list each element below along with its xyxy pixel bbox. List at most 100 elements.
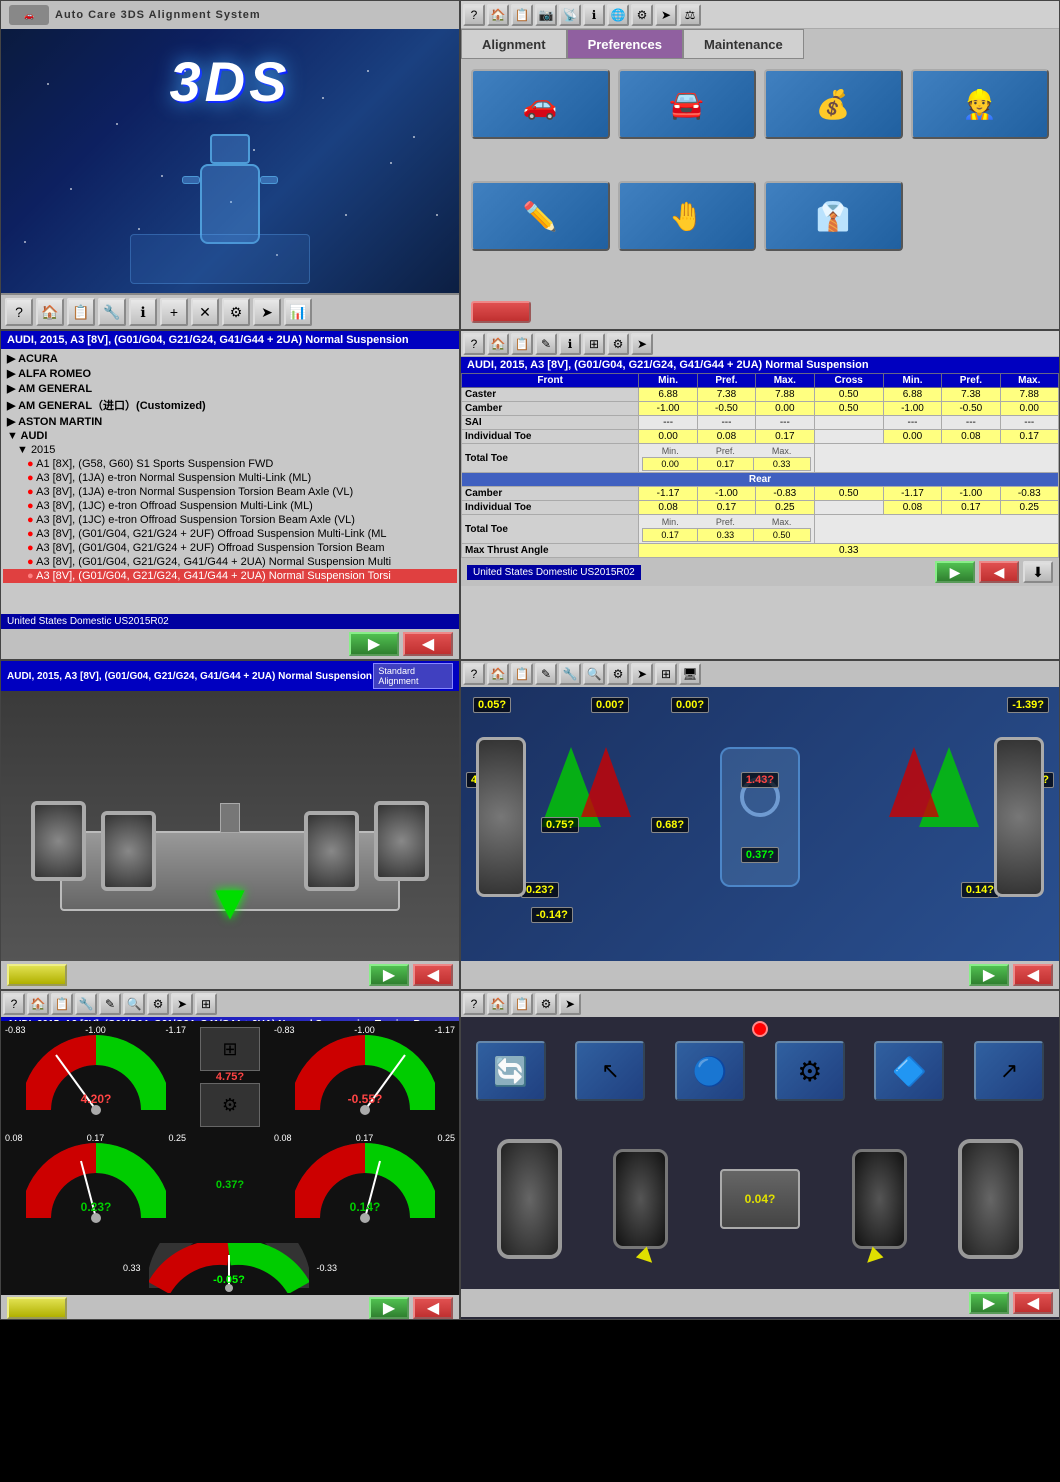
tab-maintenance[interactable]: Maintenance bbox=[683, 29, 804, 59]
wi-back-btn[interactable]: ◀ bbox=[1013, 1292, 1053, 1314]
live-arrow-btn[interactable]: ➤ bbox=[631, 663, 653, 685]
pref-arrow-btn[interactable]: ➤ bbox=[655, 4, 677, 26]
wi-diamond-icon[interactable]: 🔷 bbox=[874, 1041, 944, 1101]
table-toolbar[interactable]: ? 🏠 📋 ✎ ℹ ⊞ ⚙ ➤ bbox=[461, 331, 1059, 357]
live-toolbar[interactable]: ? 🏠 📋 ✎ 🔧 🔍 ⚙ ➤ ⊞ 🖥 bbox=[461, 661, 1059, 687]
live-back-btn[interactable]: ◀ bbox=[1013, 964, 1053, 986]
live-wrench-btn[interactable]: 🔧 bbox=[559, 663, 581, 685]
pref-signal-btn[interactable]: 📡 bbox=[559, 4, 581, 26]
gauge-next-btn[interactable]: ▶ bbox=[369, 1297, 409, 1319]
tab-preferences[interactable]: Preferences bbox=[567, 29, 683, 59]
list-item[interactable]: ▶ ALFA ROMEO bbox=[3, 366, 457, 381]
live-edit-btn[interactable]: ✎ bbox=[535, 663, 557, 685]
wi-arrow-btn[interactable]: ➤ bbox=[559, 993, 581, 1015]
list-item[interactable]: ● A3 [8V], (1JA) e-tron Normal Suspensio… bbox=[3, 485, 457, 499]
gauge-arrow-btn[interactable]: ➤ bbox=[171, 993, 193, 1015]
gauge-yellow-btn[interactable] bbox=[7, 1297, 67, 1319]
diag-next-btn[interactable]: ▶ bbox=[369, 964, 409, 986]
wi-wheel-icon[interactable]: 🔵 bbox=[675, 1041, 745, 1101]
pref-worker-icon[interactable]: 👷 bbox=[911, 69, 1050, 139]
yellow-nav-btn[interactable] bbox=[7, 964, 67, 986]
wicons-toolbar[interactable]: ? 🏠 📋 ⚙ ➤ bbox=[461, 991, 1059, 1017]
pref-camera-btn[interactable]: 📷 bbox=[535, 4, 557, 26]
pref-hand-icon[interactable]: 🤚 bbox=[618, 181, 757, 251]
tbl-edit-btn[interactable]: ✎ bbox=[535, 333, 557, 355]
list-item[interactable]: ● A3 [8V], (1JC) e-tron Offroad Suspensi… bbox=[3, 499, 457, 513]
tbl-arrow-btn[interactable]: ➤ bbox=[631, 333, 653, 355]
tab-alignment[interactable]: Alignment bbox=[461, 29, 567, 59]
list-item[interactable]: ▶ AM GENERAL（进口）(Customized) bbox=[3, 396, 457, 414]
settings-button[interactable]: ⚙ bbox=[222, 298, 250, 326]
wi-angle-left-icon[interactable]: ↖ bbox=[575, 1041, 645, 1101]
gauge-edit-btn[interactable]: ✎ bbox=[99, 993, 121, 1015]
list-item[interactable]: ● A1 [8X], (G58, G60) S1 Sports Suspensi… bbox=[3, 457, 457, 471]
pref-home-btn[interactable]: 🏠 bbox=[487, 4, 509, 26]
list-item-selected[interactable]: ● A3 [8V], (G01/G04, G21/G24, G41/G44 + … bbox=[3, 569, 457, 583]
gauge-toolbar[interactable]: ? 🏠 📋 🔧 ✎ 🔍 ⚙ ➤ ⊞ bbox=[1, 991, 459, 1017]
pref-person-icon[interactable]: 👔 bbox=[764, 181, 903, 251]
table-next-btn[interactable]: ▶ bbox=[935, 561, 975, 583]
pref-info-btn[interactable]: ℹ bbox=[583, 4, 605, 26]
list-item[interactable]: ▶ AM GENERAL bbox=[3, 381, 457, 396]
list-item[interactable]: ● A3 [8V], (G01/G04, G21/G24 + 2UF) Offr… bbox=[3, 527, 457, 541]
list-item[interactable]: ▶ ACURA bbox=[3, 351, 457, 366]
list-item[interactable]: ● A3 [8V], (1JC) e-tron Offroad Suspensi… bbox=[3, 513, 457, 527]
center-icon-top[interactable]: ⊞ bbox=[200, 1027, 260, 1071]
bottom-toolbar[interactable]: ? 🏠 📋 🔧 ℹ + ✕ ⚙ ➤ 📊 bbox=[1, 293, 459, 329]
wi-next-btn[interactable]: ▶ bbox=[969, 1292, 1009, 1314]
pref-list-btn[interactable]: 📋 bbox=[511, 4, 533, 26]
pref-help-btn[interactable]: ? bbox=[463, 4, 485, 26]
list-item[interactable]: ● A3 [8V], (1JA) e-tron Normal Suspensio… bbox=[3, 471, 457, 485]
pref-money-icon[interactable]: 💰 bbox=[764, 69, 903, 139]
wrench-button[interactable]: 🔧 bbox=[98, 298, 126, 326]
wi-help-btn[interactable]: ? bbox=[463, 993, 485, 1015]
next-button[interactable]: ▶ bbox=[349, 632, 399, 656]
table-back-btn[interactable]: ◀ bbox=[979, 561, 1019, 583]
add-button[interactable]: + bbox=[160, 298, 188, 326]
gauge-back-btn[interactable]: ◀ bbox=[413, 1297, 453, 1319]
list-button[interactable]: 📋 bbox=[67, 298, 95, 326]
close-button[interactable]: ✕ bbox=[191, 298, 219, 326]
back-button[interactable]: ◀ bbox=[403, 632, 453, 656]
wi-rotate-icon[interactable]: 🔄 bbox=[476, 1041, 546, 1101]
wi-list-btn[interactable]: 📋 bbox=[511, 993, 533, 1015]
tbl-list-btn[interactable]: 📋 bbox=[511, 333, 533, 355]
list-item[interactable]: ▼ AUDI bbox=[3, 429, 457, 443]
diag-back-btn[interactable]: ◀ bbox=[413, 964, 453, 986]
pref-car2-icon[interactable]: 🚘 bbox=[618, 69, 757, 139]
tbl-help-btn[interactable]: ? bbox=[463, 333, 485, 355]
gauge-help-btn[interactable]: ? bbox=[3, 993, 25, 1015]
pref-scale-btn[interactable]: ⚖ bbox=[679, 4, 701, 26]
list-item[interactable]: ▼ 2015 bbox=[3, 443, 457, 457]
gauge-grid-btn[interactable]: ⊞ bbox=[195, 993, 217, 1015]
tbl-home-btn[interactable]: 🏠 bbox=[487, 333, 509, 355]
wi-rim-icon[interactable]: ⚙ bbox=[775, 1041, 845, 1101]
help-button[interactable]: ? bbox=[5, 298, 33, 326]
tbl-gear-btn[interactable]: ⚙ bbox=[607, 333, 629, 355]
live-search-btn[interactable]: 🔍 bbox=[583, 663, 605, 685]
list-item[interactable]: ● A3 [8V], (G01/G04, G21/G24 + 2UF) Offr… bbox=[3, 541, 457, 555]
gauge-home-btn[interactable]: 🏠 bbox=[27, 993, 49, 1015]
pref-car-icon[interactable]: 🚗 bbox=[471, 69, 610, 139]
report-button[interactable]: 📊 bbox=[284, 298, 312, 326]
list-item[interactable]: ▶ ASTON MARTIN bbox=[3, 414, 457, 429]
wi-angle-right-icon[interactable]: ↗ bbox=[974, 1041, 1044, 1101]
live-list-btn[interactable]: 📋 bbox=[511, 663, 533, 685]
preferences-toolbar[interactable]: ? 🏠 📋 📷 📡 ℹ 🌐 ⚙ ➤ ⚖ bbox=[461, 1, 1059, 29]
info-button[interactable]: ℹ bbox=[129, 298, 157, 326]
live-screen-btn[interactable]: 🖥 bbox=[679, 663, 701, 685]
table-down-btn[interactable]: ⬇ bbox=[1023, 561, 1053, 583]
pref-pen-icon[interactable]: ✏️ bbox=[471, 181, 610, 251]
pref-globe-btn[interactable]: 🌐 bbox=[607, 4, 629, 26]
center-icon-bot[interactable]: ⚙ bbox=[200, 1083, 260, 1127]
home-button[interactable]: 🏠 bbox=[36, 298, 64, 326]
live-next-btn[interactable]: ▶ bbox=[969, 964, 1009, 986]
tbl-grid-btn[interactable]: ⊞ bbox=[583, 333, 605, 355]
wi-gear-btn[interactable]: ⚙ bbox=[535, 993, 557, 1015]
list-item[interactable]: ● A3 [8V], (G01/G04, G21/G24, G41/G44 + … bbox=[3, 555, 457, 569]
live-help-btn[interactable]: ? bbox=[463, 663, 485, 685]
live-grid-btn[interactable]: ⊞ bbox=[655, 663, 677, 685]
tbl-info-btn[interactable]: ℹ bbox=[559, 333, 581, 355]
gauge-gear-btn[interactable]: ⚙ bbox=[147, 993, 169, 1015]
forward-button[interactable]: ➤ bbox=[253, 298, 281, 326]
